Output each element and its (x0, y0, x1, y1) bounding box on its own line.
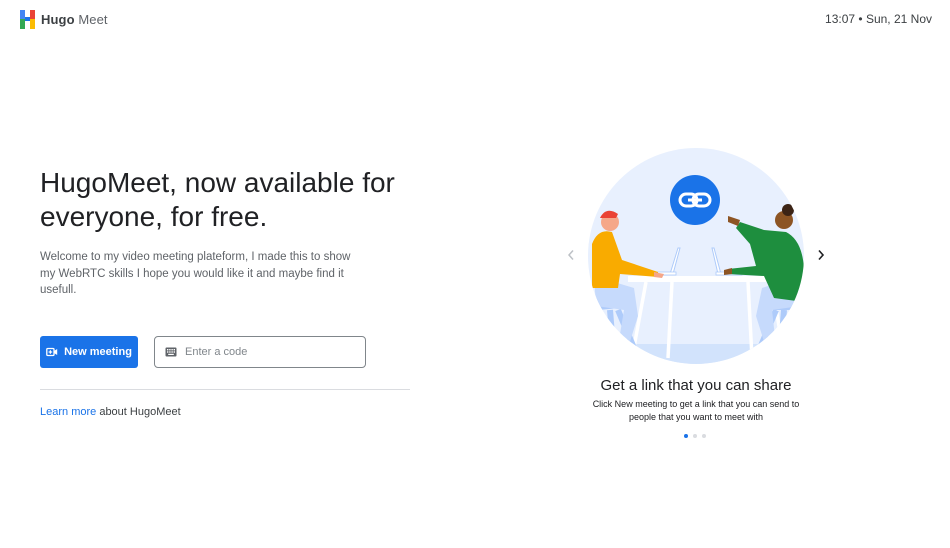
new-meeting-button[interactable]: New meeting (40, 336, 138, 368)
chevron-right-icon (818, 249, 825, 261)
keyboard-icon (165, 347, 177, 357)
meeting-actions: New meeting (40, 336, 366, 368)
brand[interactable]: Hugo Meet (20, 9, 108, 29)
video-plus-icon (46, 347, 58, 357)
headline-line-1: HugoMeet, now available for (40, 167, 395, 198)
carousel-dot-3[interactable] (702, 434, 706, 438)
meeting-code-input[interactable] (185, 346, 355, 358)
clock-text: 13:07 • Sun, 21 Nov (825, 12, 932, 26)
app-header: Hugo Meet 13:07 • Sun, 21 Nov (0, 0, 950, 38)
brand-name: Hugo Meet (41, 12, 108, 27)
slide-description: Click New meeting to get a link that you… (592, 399, 800, 422)
meeting-code-field[interactable] (154, 336, 366, 368)
carousel-dot-1[interactable] (684, 434, 688, 438)
brand-name-light: Meet (78, 11, 108, 27)
headline: HugoMeet, now available for everyone, fo… (40, 166, 440, 234)
divider (40, 389, 410, 390)
home-page: Hugo Meet 13:07 • Sun, 21 Nov HugoMeet, … (0, 0, 950, 548)
learn-more-link[interactable]: Learn more (40, 406, 96, 418)
carousel-illustration (588, 148, 804, 364)
carousel-dot-2[interactable] (693, 434, 697, 438)
chevron-left-icon (567, 250, 574, 260)
new-meeting-label: New meeting (64, 346, 132, 358)
carousel-prev-button[interactable] (562, 246, 580, 264)
learn-more-suffix: about HugoMeet (96, 406, 181, 418)
brand-name-bold: Hugo (41, 11, 75, 27)
carousel-pagination (684, 434, 706, 438)
slide-title: Get a link that you can share (600, 377, 792, 394)
meeting-illustration (588, 148, 804, 364)
hero-description: Welcome to my video meeting plateform, I… (40, 251, 351, 296)
carousel-next-button[interactable] (812, 246, 830, 264)
hugo-meet-logo (20, 9, 35, 29)
headline-line-2: everyone, for free. (40, 201, 268, 232)
learn-more-line: Learn more about HugoMeet (40, 406, 181, 418)
